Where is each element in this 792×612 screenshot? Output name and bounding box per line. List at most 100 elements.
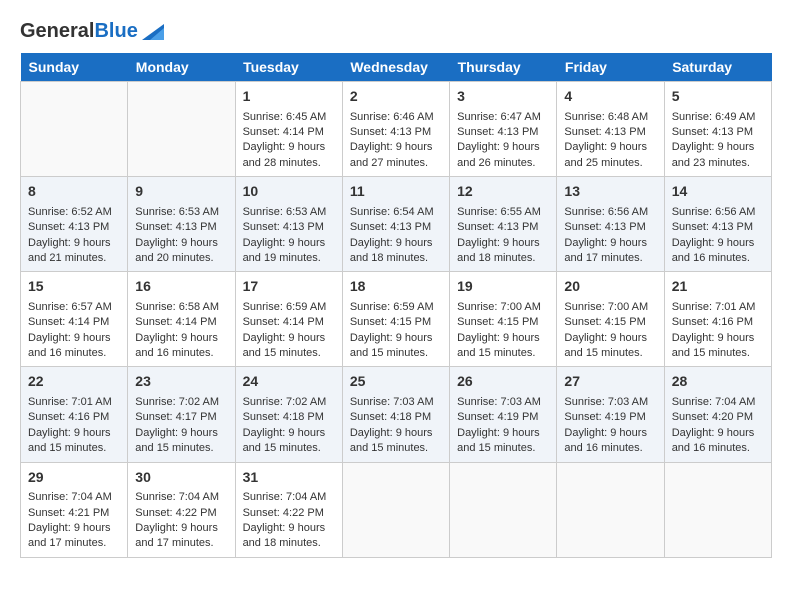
daylight-text: Daylight: 9 hours and 25 minutes. [564,141,647,168]
daylight-text: Daylight: 9 hours and 26 minutes. [457,141,540,168]
day-number: 31 [243,468,335,488]
calendar-cell: 1Sunrise: 6:45 AMSunset: 4:14 PMDaylight… [235,82,342,177]
calendar-cell: 12Sunrise: 6:55 AMSunset: 4:13 PMDayligh… [450,177,557,272]
calendar-table: SundayMondayTuesdayWednesdayThursdayFrid… [20,53,772,558]
calendar-cell: 29 Sunrise: 7:04 AM Sunset: 4:21 PM Dayligh… [21,462,128,557]
calendar-cell: 16Sunrise: 6:58 AMSunset: 4:14 PMDayligh… [128,272,235,367]
day-number: 18 [350,277,442,297]
calendar-cell [21,82,128,177]
calendar-cell: 27Sunrise: 7:03 AMSunset: 4:19 PMDayligh… [557,367,664,462]
day-number: 25 [350,372,442,392]
sunset-text: Sunset: 4:13 PM [457,221,538,233]
sunset-text: Sunset: 4:21 PM [28,507,109,519]
sunrise-text: Sunrise: 7:04 AM [243,491,327,503]
daylight-text: Daylight: 9 hours and 15 minutes. [672,332,755,359]
sunset-text: Sunset: 4:19 PM [564,411,645,423]
sunrise-text: Sunrise: 6:48 AM [564,111,648,123]
calendar-cell: 30Sunrise: 7:04 AMSunset: 4:22 PMDayligh… [128,462,235,557]
day-number: 5 [672,87,764,107]
sunrise-text: Sunrise: 7:01 AM [28,396,112,408]
day-number: 2 [350,87,442,107]
weekday-header-friday: Friday [557,53,664,82]
daylight-text: Daylight: 9 hours and 15 minutes. [457,427,540,454]
day-number: 23 [135,372,227,392]
calendar-cell: 3Sunrise: 6:47 AMSunset: 4:13 PMDaylight… [450,82,557,177]
sunrise-text: Sunrise: 6:52 AM [28,206,112,218]
day-number: 30 [135,468,227,488]
sunrise-text: Sunrise: 6:53 AM [243,206,327,218]
calendar-cell [664,462,771,557]
day-number: 4 [564,87,656,107]
logo: GeneralBlue [20,20,164,43]
calendar-cell [450,462,557,557]
daylight-text: Daylight: 9 hours and 15 minutes. [350,427,433,454]
day-number: 26 [457,372,549,392]
weekday-header-saturday: Saturday [664,53,771,82]
weekday-header-thursday: Thursday [450,53,557,82]
daylight-text: Daylight: 9 hours and 17 minutes. [28,522,111,549]
calendar-week-3: 15Sunrise: 6:57 AMSunset: 4:14 PMDayligh… [21,272,772,367]
sunset-text: Sunset: 4:14 PM [243,316,324,328]
header: GeneralBlue [20,20,772,43]
daylight-text: Daylight: 9 hours and 16 minutes. [135,332,218,359]
weekday-header-tuesday: Tuesday [235,53,342,82]
sunrise-text: Sunrise: 6:53 AM [135,206,219,218]
calendar-cell: 9Sunrise: 6:53 AMSunset: 4:13 PMDaylight… [128,177,235,272]
daylight-text: Daylight: 9 hours and 20 minutes. [135,237,218,264]
daylight-text: Daylight: 9 hours and 16 minutes. [28,332,111,359]
daylight-text: Daylight: 9 hours and 15 minutes. [243,332,326,359]
sunrise-text: Sunrise: 6:57 AM [28,301,112,313]
sunrise-text: Sunrise: 6:59 AM [243,301,327,313]
daylight-text: Daylight: 9 hours and 21 minutes. [28,237,111,264]
daylight-text: Daylight: 9 hours and 15 minutes. [564,332,647,359]
sunrise-text: Sunrise: 6:56 AM [672,206,756,218]
day-number: 17 [243,277,335,297]
day-number: 8 [28,182,120,202]
calendar-cell [342,462,449,557]
sunset-text: Sunset: 4:13 PM [350,126,431,138]
calendar-cell: 31Sunrise: 7:04 AMSunset: 4:22 PMDayligh… [235,462,342,557]
sunset-text: Sunset: 4:13 PM [457,126,538,138]
calendar-cell: 22Sunrise: 7:01 AMSunset: 4:16 PMDayligh… [21,367,128,462]
calendar-cell: 21Sunrise: 7:01 AMSunset: 4:16 PMDayligh… [664,272,771,367]
daylight-text: Daylight: 9 hours and 28 minutes. [243,141,326,168]
day-number: 1 [243,87,335,107]
sunset-text: Sunset: 4:16 PM [28,411,109,423]
sunset-text: Sunset: 4:18 PM [350,411,431,423]
daylight-text: Daylight: 9 hours and 16 minutes. [672,427,755,454]
calendar-cell: 8 Sunrise: 6:52 AM Sunset: 4:13 PM Daylight… [21,177,128,272]
sunset-text: Sunset: 4:15 PM [564,316,645,328]
calendar-cell: 10Sunrise: 6:53 AMSunset: 4:13 PMDayligh… [235,177,342,272]
daylight-text: Daylight: 9 hours and 15 minutes. [457,332,540,359]
sunrise-text: Sunrise: 7:02 AM [135,396,219,408]
calendar-week-4: 22Sunrise: 7:01 AMSunset: 4:16 PMDayligh… [21,367,772,462]
day-number: 29 [28,468,120,488]
calendar-cell: 4Sunrise: 6:48 AMSunset: 4:13 PMDaylight… [557,82,664,177]
calendar-cell: 17 Sunrise: 6:59 AM Sunset: 4:14 PM Dayligh… [235,272,342,367]
sunrise-text: Sunrise: 7:04 AM [28,491,112,503]
day-number: 3 [457,87,549,107]
sunset-text: Sunset: 4:13 PM [350,221,431,233]
sunset-text: Sunset: 4:13 PM [135,221,216,233]
sunrise-text: Sunrise: 7:03 AM [457,396,541,408]
sunrise-text: Sunrise: 6:49 AM [672,111,756,123]
sunset-text: Sunset: 4:15 PM [457,316,538,328]
calendar-week-1: 1Sunrise: 6:45 AMSunset: 4:14 PMDaylight… [21,82,772,177]
sunrise-text: Sunrise: 6:46 AM [350,111,434,123]
day-number: 21 [672,277,764,297]
sunset-text: Sunset: 4:14 PM [243,126,324,138]
logo-text: GeneralBlue [20,20,138,43]
sunrise-text: Sunrise: 6:59 AM [350,301,434,313]
day-number: 24 [243,372,335,392]
sunset-text: Sunset: 4:13 PM [243,221,324,233]
sunrise-text: Sunrise: 6:55 AM [457,206,541,218]
sunrise-text: Sunrise: 7:00 AM [564,301,648,313]
calendar-week-2: 8 Sunrise: 6:52 AM Sunset: 4:13 PM Daylight… [21,177,772,272]
daylight-text: Daylight: 9 hours and 15 minutes. [350,332,433,359]
sunset-text: Sunset: 4:13 PM [28,221,109,233]
sunrise-text: Sunrise: 7:00 AM [457,301,541,313]
calendar-cell: 14Sunrise: 6:56 AMSunset: 4:13 PMDayligh… [664,177,771,272]
day-number: 11 [350,182,442,202]
sunset-text: Sunset: 4:14 PM [28,316,109,328]
sunrise-text: Sunrise: 7:04 AM [672,396,756,408]
